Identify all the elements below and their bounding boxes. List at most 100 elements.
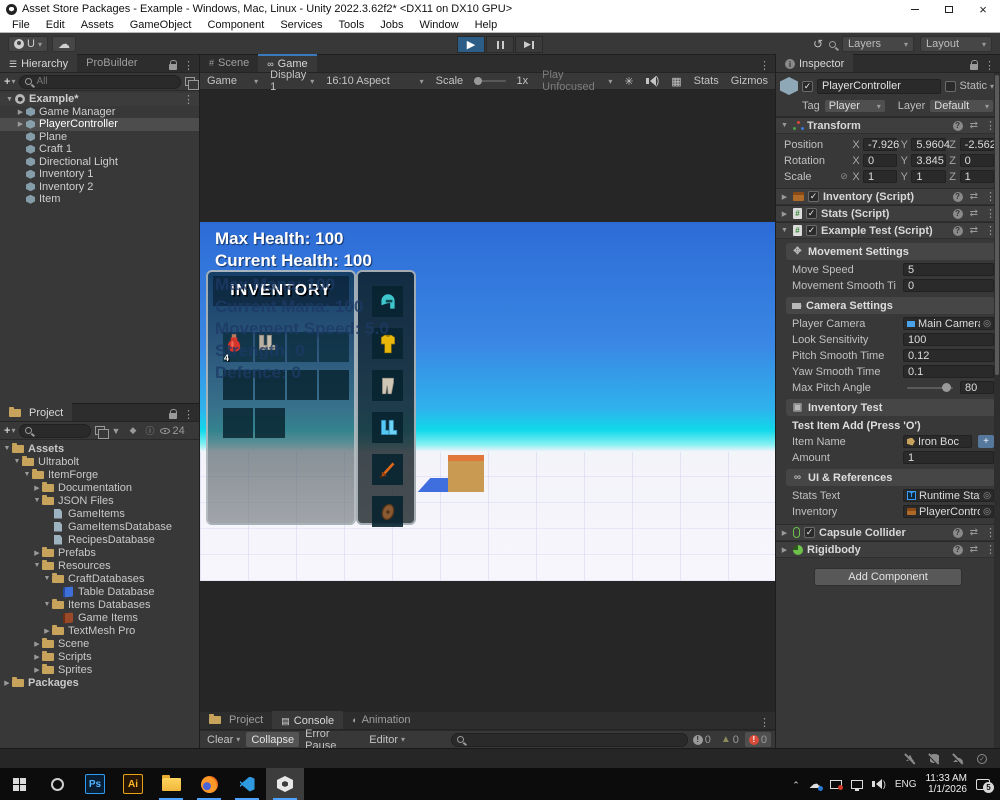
console-search-input[interactable] bbox=[468, 734, 682, 745]
equip-slot-boots[interactable] bbox=[372, 412, 403, 443]
kebab-menu-icon[interactable]: ⋮ bbox=[183, 408, 194, 421]
layers-dropdown[interactable]: Layers▾ bbox=[842, 36, 914, 52]
hierarchy-item[interactable]: Item bbox=[0, 193, 199, 206]
presets-icon[interactable]: ⇄ bbox=[970, 544, 978, 555]
active-checkbox[interactable]: ✓ bbox=[802, 81, 813, 92]
layout-dropdown[interactable]: Layout▾ bbox=[920, 36, 992, 52]
taskbar-photoshop[interactable]: Ps bbox=[76, 768, 114, 800]
tree-item[interactable]: ▼Ultrabolt bbox=[0, 455, 199, 468]
game-render[interactable]: Max Health: 100 Current Health: 100 Max … bbox=[200, 222, 775, 581]
scale-slider-knob[interactable] bbox=[474, 77, 482, 85]
cloud-disconnected-icon[interactable]: ☁ bbox=[952, 753, 964, 765]
kebab-menu-icon[interactable]: ⋮ bbox=[183, 93, 199, 106]
notifications-muted-icon[interactable] bbox=[904, 753, 916, 765]
console-search[interactable] bbox=[451, 733, 688, 747]
account-button[interactable]: U ▾ bbox=[8, 36, 48, 52]
inventory-slot-empty[interactable] bbox=[223, 408, 253, 438]
inventory-ref-field[interactable]: PlayerContro ◎ bbox=[903, 505, 994, 518]
tree-item[interactable]: RecipesDatabase bbox=[0, 533, 199, 546]
project-search[interactable] bbox=[19, 424, 91, 438]
taskbar-firefox[interactable] bbox=[190, 768, 228, 800]
object-picker-icon[interactable]: ◎ bbox=[983, 318, 991, 329]
tree-item[interactable]: Game Items bbox=[0, 611, 199, 624]
help-icon[interactable]: ? bbox=[953, 121, 963, 131]
language-indicator[interactable]: ENG bbox=[895, 779, 917, 790]
tree-item[interactable]: ▶Scene bbox=[0, 637, 199, 650]
tree-item[interactable]: ▼JSON Files bbox=[0, 494, 199, 507]
slider-knob[interactable] bbox=[942, 383, 951, 392]
tree-item[interactable]: ▶Prefabs bbox=[0, 546, 199, 559]
scale-z-field[interactable]: 1 bbox=[960, 170, 994, 183]
rotation-z-field[interactable]: 0 bbox=[960, 154, 994, 167]
lock-icon[interactable] bbox=[169, 413, 177, 419]
inventory-component-header[interactable]: ▶ ✓ Inventory (Script) ?⇄⋮ bbox=[776, 188, 1000, 205]
position-y-field[interactable]: 5.9604 bbox=[911, 138, 945, 151]
presets-icon[interactable]: ⇄ bbox=[970, 120, 978, 131]
warning-count[interactable]: ▲0 bbox=[717, 732, 743, 747]
position-x-field[interactable]: -7.926 bbox=[863, 138, 897, 151]
debug-gear-icon[interactable]: ✳ bbox=[619, 74, 638, 89]
network-icon[interactable] bbox=[851, 780, 863, 789]
aspect-dropdown[interactable]: 16:10 Aspect▾ bbox=[321, 74, 428, 89]
scale-slider[interactable] bbox=[474, 80, 505, 82]
taskbar-vscode[interactable] bbox=[228, 768, 266, 800]
inventory-slot-empty[interactable] bbox=[319, 370, 349, 400]
yaw-smooth-field[interactable]: 0.1 bbox=[903, 365, 994, 378]
stats-component-header[interactable]: ▶# ✓ Stats (Script) ?⇄⋮ bbox=[776, 205, 1000, 222]
play-button[interactable]: ▶ bbox=[457, 36, 485, 53]
menu-gameobject[interactable]: GameObject bbox=[122, 18, 200, 33]
status-check-icon[interactable]: ✓ bbox=[976, 753, 988, 765]
amount-field[interactable]: 1 bbox=[903, 451, 994, 464]
presets-icon[interactable]: ⇄ bbox=[970, 225, 978, 236]
menu-assets[interactable]: Assets bbox=[73, 18, 122, 33]
minimize-button[interactable] bbox=[898, 0, 932, 18]
expand-arrow-icon[interactable]: ▼ bbox=[4, 96, 15, 103]
help-icon[interactable]: ? bbox=[953, 192, 963, 202]
mute-audio-icon[interactable]: ) bbox=[641, 74, 665, 89]
look-sensitivity-field[interactable]: 100 bbox=[903, 333, 994, 346]
help-icon[interactable]: ? bbox=[953, 226, 963, 236]
presets-icon[interactable]: ⇄ bbox=[970, 208, 978, 219]
search-by-type-icon[interactable]: ▼ bbox=[109, 424, 122, 437]
component-checkbox[interactable]: ✓ bbox=[808, 191, 819, 202]
gameobject-name-field[interactable]: PlayerController bbox=[817, 79, 941, 94]
example-test-component-header[interactable]: ▼# ✓ Example Test (Script) ?⇄⋮ bbox=[776, 222, 1000, 239]
hierarchy-item[interactable]: Plane bbox=[0, 131, 199, 144]
tab-scene[interactable]: #Scene bbox=[200, 54, 258, 72]
stats-button[interactable]: Stats bbox=[689, 74, 724, 89]
tray-expand-icon[interactable]: ⌃ bbox=[792, 780, 800, 791]
project-search-input[interactable] bbox=[36, 425, 85, 436]
volume-icon[interactable]: ) bbox=[872, 779, 886, 789]
equip-slot-shield[interactable] bbox=[372, 496, 403, 527]
hierarchy-item[interactable]: Inventory 1 bbox=[0, 168, 199, 181]
component-checkbox[interactable]: ✓ bbox=[804, 527, 815, 538]
menu-services[interactable]: Services bbox=[272, 18, 330, 33]
menu-jobs[interactable]: Jobs bbox=[372, 18, 411, 33]
max-pitch-slider[interactable] bbox=[907, 387, 953, 389]
tree-item[interactable]: ▼Resources bbox=[0, 559, 199, 572]
taskbar-unity[interactable] bbox=[266, 768, 304, 800]
hierarchy-item[interactable]: Directional Light bbox=[0, 156, 199, 169]
tab-probuilder[interactable]: ProBuilder bbox=[77, 54, 146, 72]
hierarchy-item[interactable]: Craft 1 bbox=[0, 143, 199, 156]
tab-hierarchy[interactable]: ☰Hierarchy bbox=[0, 54, 77, 72]
presets-icon[interactable]: ⇄ bbox=[970, 191, 978, 202]
cortana-button[interactable] bbox=[38, 768, 76, 800]
pause-button[interactable] bbox=[486, 36, 514, 53]
component-checkbox[interactable]: ✓ bbox=[806, 225, 817, 236]
add-component-button[interactable]: Add Component bbox=[814, 568, 962, 586]
menu-window[interactable]: Window bbox=[411, 18, 466, 33]
tab-project-bottom[interactable]: Project bbox=[200, 711, 272, 729]
layer-dropdown[interactable]: Default▾ bbox=[929, 99, 994, 113]
player-camera-field[interactable]: Main Camera ◎ bbox=[903, 317, 994, 330]
create-add-button[interactable]: +▾ bbox=[4, 76, 15, 88]
equip-slot-helmet[interactable] bbox=[372, 286, 403, 317]
menu-file[interactable]: File bbox=[4, 18, 38, 33]
hierarchy-item[interactable]: ▶ Game Manager bbox=[0, 106, 199, 119]
display-dropdown[interactable]: Display 1▾ bbox=[265, 74, 319, 89]
item-name-field[interactable]: Iron Boc bbox=[903, 435, 972, 448]
clear-button[interactable]: Clear▾ bbox=[202, 732, 245, 747]
notification-center-button[interactable]: 5 bbox=[976, 779, 990, 790]
constrain-link-icon[interactable]: ⊘ bbox=[839, 171, 849, 182]
rigidbody-header[interactable]: ▶ Rigidbody ?⇄⋮ bbox=[776, 541, 1000, 558]
